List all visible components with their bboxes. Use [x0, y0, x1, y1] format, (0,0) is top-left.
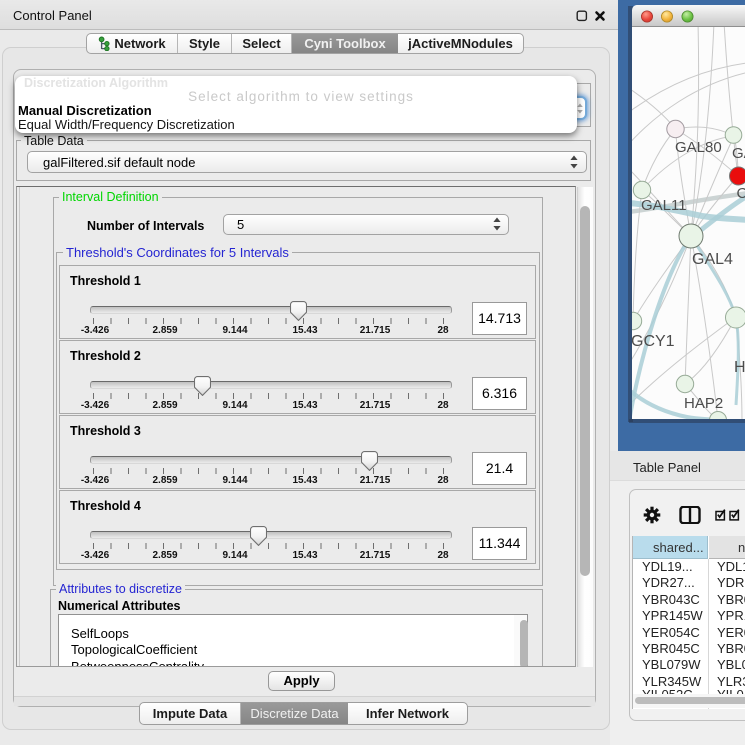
- svg-text:CL: CL: [737, 185, 745, 202]
- svg-text:GAL80: GAL80: [675, 139, 722, 156]
- svg-text:GAL11: GAL11: [641, 197, 687, 214]
- svg-text:HAP2: HAP2: [684, 395, 723, 412]
- svg-text:GAL4: GAL4: [692, 251, 733, 268]
- svg-text:GCY1: GCY1: [632, 333, 675, 350]
- svg-text:GAL: GAL: [732, 145, 745, 162]
- svg-text:HI: HI: [734, 359, 745, 376]
